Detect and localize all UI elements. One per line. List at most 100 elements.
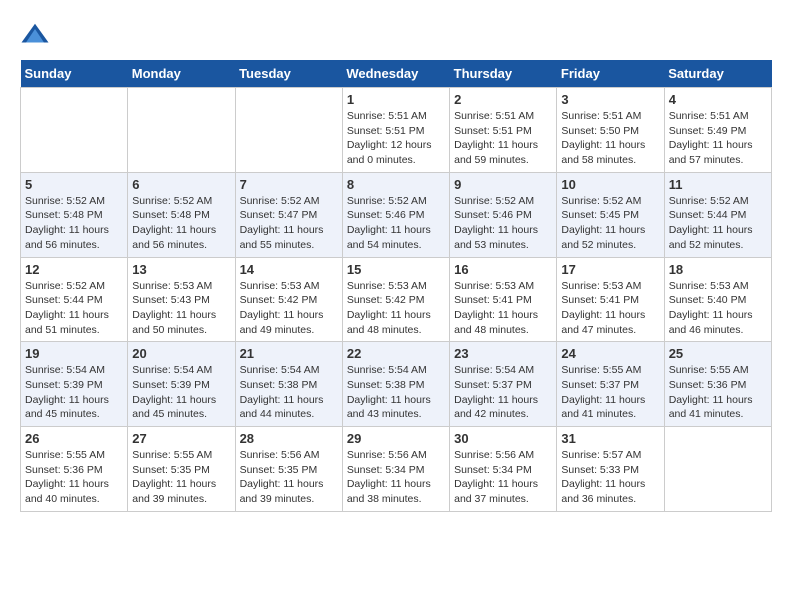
calendar-day-cell: 20 Sunrise: 5:54 AM Sunset: 5:39 PM Dayli… <box>128 342 235 427</box>
calendar-week-row: 1 Sunrise: 5:51 AM Sunset: 5:51 PM Daylig… <box>21 88 772 173</box>
calendar-day-cell: 6Sunrise: 5:52 AM Sunset: 5:48 PM Daylig… <box>128 172 235 257</box>
day-info: Sunrise: 5:57 AM Sunset: 5:33 PM Dayligh… <box>561 448 659 507</box>
day-number: 18 <box>669 262 767 277</box>
calendar-day-cell: 29 Sunrise: 5:56 AM Sunset: 5:34 PM Dayli… <box>342 427 449 512</box>
day-number: 2 <box>454 92 552 107</box>
calendar-day-cell <box>664 427 771 512</box>
calendar-day-cell: 3Sunrise: 5:51 AM Sunset: 5:50 PM Daylig… <box>557 88 664 173</box>
calendar-day-cell: 2 Sunrise: 5:51 AM Sunset: 5:51 PM Daylig… <box>450 88 557 173</box>
calendar-day-cell: 14 Sunrise: 5:53 AM Sunset: 5:42 PM Dayli… <box>235 257 342 342</box>
day-info: Sunrise: 5:52 AM Sunset: 5:44 PM Dayligh… <box>25 279 123 338</box>
day-number: 6 <box>132 177 230 192</box>
calendar-day-cell: 5 Sunrise: 5:52 AM Sunset: 5:48 PM Daylig… <box>21 172 128 257</box>
day-number: 10 <box>561 177 659 192</box>
day-of-week-header: Friday <box>557 60 664 88</box>
day-info: Sunrise: 5:51 AM Sunset: 5:50 PM Dayligh… <box>561 109 659 168</box>
day-info: Sunrise: 5:53 AM Sunset: 5:42 PM Dayligh… <box>240 279 338 338</box>
day-number: 21 <box>240 346 338 361</box>
day-info: Sunrise: 5:55 AM Sunset: 5:36 PM Dayligh… <box>25 448 123 507</box>
day-number: 31 <box>561 431 659 446</box>
day-of-week-header: Thursday <box>450 60 557 88</box>
calendar-header-row: SundayMondayTuesdayWednesdayThursdayFrid… <box>21 60 772 88</box>
calendar-day-cell: 26Sunrise: 5:55 AM Sunset: 5:36 PM Dayli… <box>21 427 128 512</box>
day-number: 8 <box>347 177 445 192</box>
calendar-day-cell: 21 Sunrise: 5:54 AM Sunset: 5:38 PM Dayli… <box>235 342 342 427</box>
day-info: Sunrise: 5:56 AM Sunset: 5:34 PM Dayligh… <box>347 448 445 507</box>
day-info: Sunrise: 5:54 AM Sunset: 5:37 PM Dayligh… <box>454 363 552 422</box>
day-info: Sunrise: 5:54 AM Sunset: 5:39 PM Dayligh… <box>132 363 230 422</box>
day-number: 17 <box>561 262 659 277</box>
calendar-day-cell: 4Sunrise: 5:51 AM Sunset: 5:49 PM Daylig… <box>664 88 771 173</box>
calendar-day-cell: 27 Sunrise: 5:55 AM Sunset: 5:35 PM Dayli… <box>128 427 235 512</box>
calendar-week-row: 26Sunrise: 5:55 AM Sunset: 5:36 PM Dayli… <box>21 427 772 512</box>
day-number: 7 <box>240 177 338 192</box>
day-number: 24 <box>561 346 659 361</box>
calendar-day-cell <box>21 88 128 173</box>
calendar-day-cell: 16 Sunrise: 5:53 AM Sunset: 5:41 PM Dayli… <box>450 257 557 342</box>
day-info: Sunrise: 5:52 AM Sunset: 5:46 PM Dayligh… <box>347 194 445 253</box>
day-info: Sunrise: 5:53 AM Sunset: 5:40 PM Dayligh… <box>669 279 767 338</box>
day-info: Sunrise: 5:52 AM Sunset: 5:48 PM Dayligh… <box>25 194 123 253</box>
day-info: Sunrise: 5:54 AM Sunset: 5:38 PM Dayligh… <box>240 363 338 422</box>
day-info: Sunrise: 5:53 AM Sunset: 5:42 PM Dayligh… <box>347 279 445 338</box>
day-info: Sunrise: 5:53 AM Sunset: 5:43 PM Dayligh… <box>132 279 230 338</box>
day-info: Sunrise: 5:53 AM Sunset: 5:41 PM Dayligh… <box>561 279 659 338</box>
day-number: 16 <box>454 262 552 277</box>
day-info: Sunrise: 5:55 AM Sunset: 5:37 PM Dayligh… <box>561 363 659 422</box>
day-number: 12 <box>25 262 123 277</box>
day-number: 30 <box>454 431 552 446</box>
calendar-day-cell: 23 Sunrise: 5:54 AM Sunset: 5:37 PM Dayli… <box>450 342 557 427</box>
day-info: Sunrise: 5:51 AM Sunset: 5:51 PM Dayligh… <box>454 109 552 168</box>
calendar-day-cell: 12 Sunrise: 5:52 AM Sunset: 5:44 PM Dayli… <box>21 257 128 342</box>
calendar-day-cell: 8 Sunrise: 5:52 AM Sunset: 5:46 PM Daylig… <box>342 172 449 257</box>
day-of-week-header: Saturday <box>664 60 771 88</box>
day-info: Sunrise: 5:56 AM Sunset: 5:35 PM Dayligh… <box>240 448 338 507</box>
day-info: Sunrise: 5:52 AM Sunset: 5:46 PM Dayligh… <box>454 194 552 253</box>
day-number: 13 <box>132 262 230 277</box>
day-number: 4 <box>669 92 767 107</box>
day-info: Sunrise: 5:54 AM Sunset: 5:38 PM Dayligh… <box>347 363 445 422</box>
calendar-day-cell: 31 Sunrise: 5:57 AM Sunset: 5:33 PM Dayli… <box>557 427 664 512</box>
day-number: 25 <box>669 346 767 361</box>
page-header <box>20 20 772 50</box>
day-of-week-header: Wednesday <box>342 60 449 88</box>
day-of-week-header: Tuesday <box>235 60 342 88</box>
calendar-table: SundayMondayTuesdayWednesdayThursdayFrid… <box>20 60 772 512</box>
calendar-day-cell: 18 Sunrise: 5:53 AM Sunset: 5:40 PM Dayli… <box>664 257 771 342</box>
day-info: Sunrise: 5:53 AM Sunset: 5:41 PM Dayligh… <box>454 279 552 338</box>
day-info: Sunrise: 5:56 AM Sunset: 5:34 PM Dayligh… <box>454 448 552 507</box>
day-number: 20 <box>132 346 230 361</box>
day-number: 15 <box>347 262 445 277</box>
calendar-day-cell: 17 Sunrise: 5:53 AM Sunset: 5:41 PM Dayli… <box>557 257 664 342</box>
calendar-day-cell: 30 Sunrise: 5:56 AM Sunset: 5:34 PM Dayli… <box>450 427 557 512</box>
day-info: Sunrise: 5:52 AM Sunset: 5:45 PM Dayligh… <box>561 194 659 253</box>
calendar-week-row: 19 Sunrise: 5:54 AM Sunset: 5:39 PM Dayli… <box>21 342 772 427</box>
day-info: Sunrise: 5:52 AM Sunset: 5:44 PM Dayligh… <box>669 194 767 253</box>
calendar-day-cell: 25 Sunrise: 5:55 AM Sunset: 5:36 PM Dayli… <box>664 342 771 427</box>
calendar-day-cell: 9 Sunrise: 5:52 AM Sunset: 5:46 PM Daylig… <box>450 172 557 257</box>
logo-icon <box>20 20 50 50</box>
calendar-day-cell: 7Sunrise: 5:52 AM Sunset: 5:47 PM Daylig… <box>235 172 342 257</box>
calendar-day-cell: 13 Sunrise: 5:53 AM Sunset: 5:43 PM Dayli… <box>128 257 235 342</box>
day-number: 23 <box>454 346 552 361</box>
day-number: 29 <box>347 431 445 446</box>
calendar-day-cell: 1Sunrise: 5:51 AM Sunset: 5:51 PM Daylig… <box>342 88 449 173</box>
day-number: 11 <box>669 177 767 192</box>
logo <box>20 20 54 50</box>
day-number: 1 <box>347 92 445 107</box>
day-info: Sunrise: 5:55 AM Sunset: 5:36 PM Dayligh… <box>669 363 767 422</box>
day-number: 14 <box>240 262 338 277</box>
calendar-week-row: 5 Sunrise: 5:52 AM Sunset: 5:48 PM Daylig… <box>21 172 772 257</box>
day-number: 9 <box>454 177 552 192</box>
calendar-day-cell <box>235 88 342 173</box>
day-number: 27 <box>132 431 230 446</box>
calendar-day-cell <box>128 88 235 173</box>
day-number: 5 <box>25 177 123 192</box>
day-number: 22 <box>347 346 445 361</box>
calendar-day-cell: 28 Sunrise: 5:56 AM Sunset: 5:35 PM Dayli… <box>235 427 342 512</box>
calendar-day-cell: 19Sunrise: 5:54 AM Sunset: 5:39 PM Dayli… <box>21 342 128 427</box>
day-info: Sunrise: 5:55 AM Sunset: 5:35 PM Dayligh… <box>132 448 230 507</box>
day-number: 28 <box>240 431 338 446</box>
calendar-day-cell: 15 Sunrise: 5:53 AM Sunset: 5:42 PM Dayli… <box>342 257 449 342</box>
day-number: 19 <box>25 346 123 361</box>
